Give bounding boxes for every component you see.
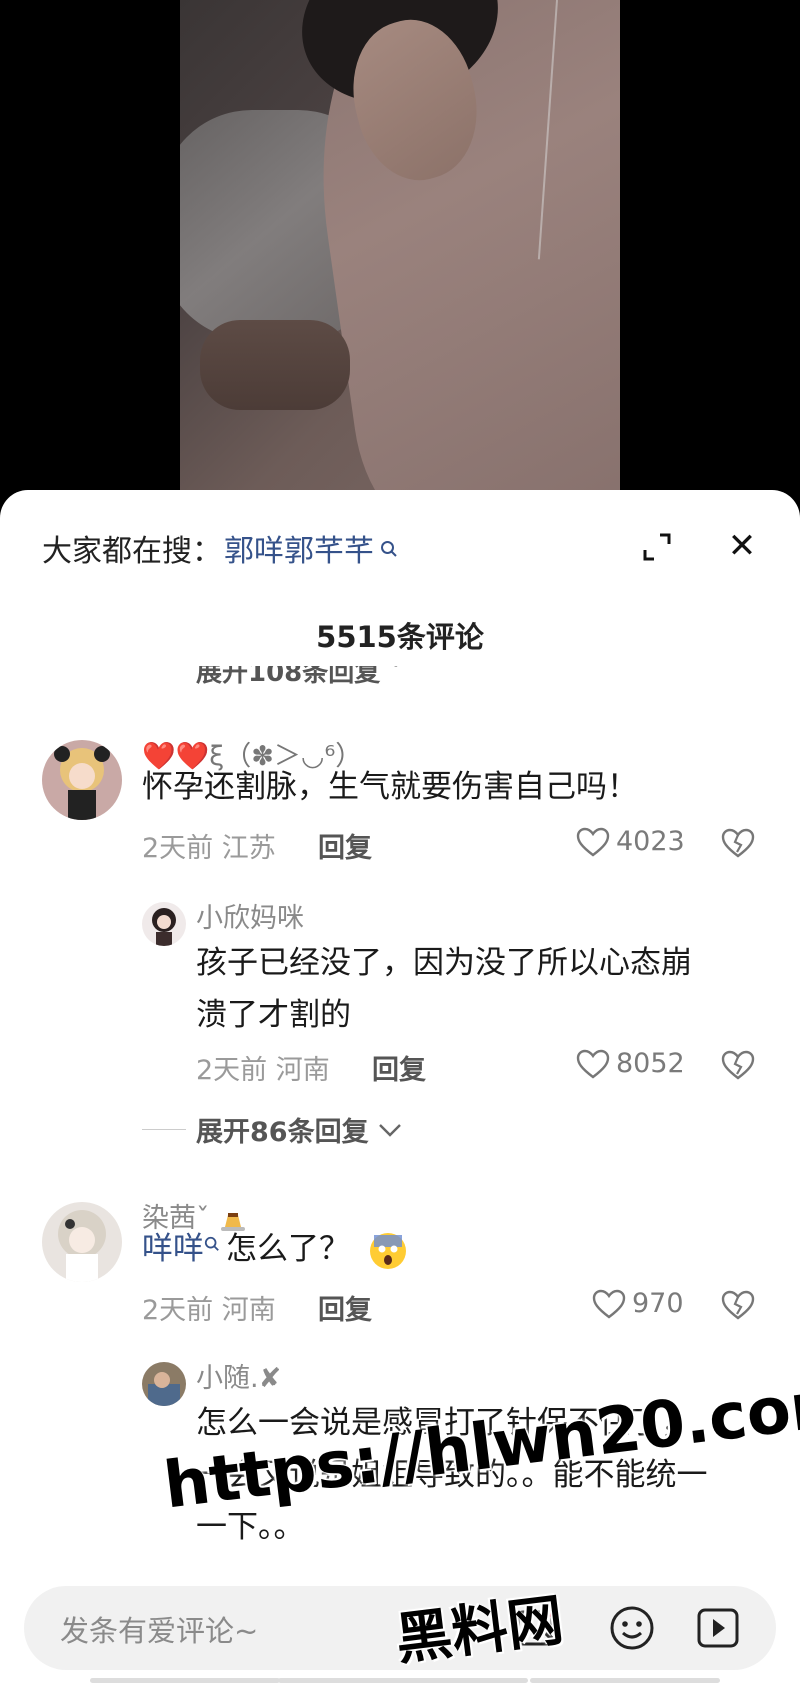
home-indicator <box>278 1678 528 1683</box>
broken-heart-icon <box>721 828 755 858</box>
comment-sheet: 大家都在搜： 郭咩郭芊芊 ✕ 5515条评论 展开108条回复 ˅ ❤️❤️ξ（… <box>0 490 800 1687</box>
comment-text: 怀孕还割脉，生气就要伤害自己吗！ <box>142 769 638 805</box>
like-button[interactable]: 4023 <box>576 826 685 857</box>
search-icon <box>380 531 398 566</box>
dislike-button[interactable] <box>720 828 756 862</box>
comment-location: 江苏 <box>221 833 276 864</box>
trending-search-prefix: 大家都在搜： <box>42 534 222 569</box>
reply-location: 河南 <box>275 1055 330 1086</box>
heart-icon <box>576 1049 610 1079</box>
trending-search[interactable]: 大家都在搜： 郭咩郭芊芊 <box>42 526 398 570</box>
expand-icon[interactable] <box>640 530 674 564</box>
dislike-button[interactable] <box>720 1050 756 1084</box>
reply-text-line: 溃了才割的 <box>196 997 351 1033</box>
scream-emoji-icon <box>369 1232 406 1269</box>
dislike-button[interactable] <box>720 1290 756 1324</box>
reply-time: 2天前 <box>196 1055 276 1086</box>
video-player[interactable] <box>0 0 800 520</box>
comment-count-title: 5515条评论 <box>316 620 484 654</box>
reply-author[interactable]: 小随.✘ <box>196 1356 281 1395</box>
comment-input[interactable]: 发条有爱评论~ <box>60 1608 258 1650</box>
like-button[interactable]: 8052 <box>576 1048 685 1079</box>
reply-button[interactable]: 回复 <box>372 1048 426 1087</box>
heart-icon <box>592 1289 626 1319</box>
expand-replies-label: 展开86条回复 <box>196 1117 369 1148</box>
avatar[interactable] <box>142 902 186 946</box>
expand-replies-link-partial[interactable]: 展开108条回复 ˅ <box>196 666 402 686</box>
avatar[interactable] <box>142 1362 186 1406</box>
home-indicator <box>90 1678 280 1683</box>
close-icon[interactable]: ✕ <box>724 528 760 564</box>
home-indicator <box>530 1678 720 1683</box>
video-frame <box>180 0 620 500</box>
expand-replies-button[interactable]: 展开86条回复 <box>142 1110 403 1149</box>
reply-author[interactable]: 小欣妈咪 <box>196 896 304 935</box>
like-count: 970 <box>632 1288 684 1319</box>
reply-meta: 2天前 河南 <box>196 1048 330 1087</box>
broken-heart-icon <box>721 1050 755 1080</box>
like-button[interactable]: 970 <box>592 1288 684 1319</box>
comment-time: 2天前 <box>142 1295 222 1326</box>
comment-location: 河南 <box>221 1295 276 1326</box>
avatar[interactable] <box>42 740 122 820</box>
like-count: 8052 <box>616 1048 685 1079</box>
comment-meta: 2天前 河南 <box>142 1288 276 1327</box>
reply-button[interactable]: 回复 <box>318 826 372 865</box>
comment-meta: 2天前 江苏 <box>142 826 276 865</box>
reply-text-line: 孩子已经没了，因为没了所以心态崩 <box>196 945 692 981</box>
trending-search-term[interactable]: 郭咩郭芊芊 <box>224 526 374 570</box>
avatar[interactable] <box>42 1202 122 1282</box>
broken-heart-icon <box>721 1290 755 1320</box>
reply-button[interactable]: 回复 <box>318 1288 372 1327</box>
video-play-icon[interactable] <box>692 1602 744 1654</box>
search-icon <box>204 1236 219 1251</box>
comment-time: 2天前 <box>142 833 222 864</box>
mention-link[interactable]: 咩咩 <box>142 1231 204 1267</box>
chevron-down-icon <box>378 1123 401 1137</box>
heart-icon <box>576 827 610 857</box>
emoji-icon[interactable] <box>606 1602 658 1654</box>
like-count: 4023 <box>616 826 685 857</box>
comment-text: 咩咩 怎么了？ <box>142 1224 408 1274</box>
